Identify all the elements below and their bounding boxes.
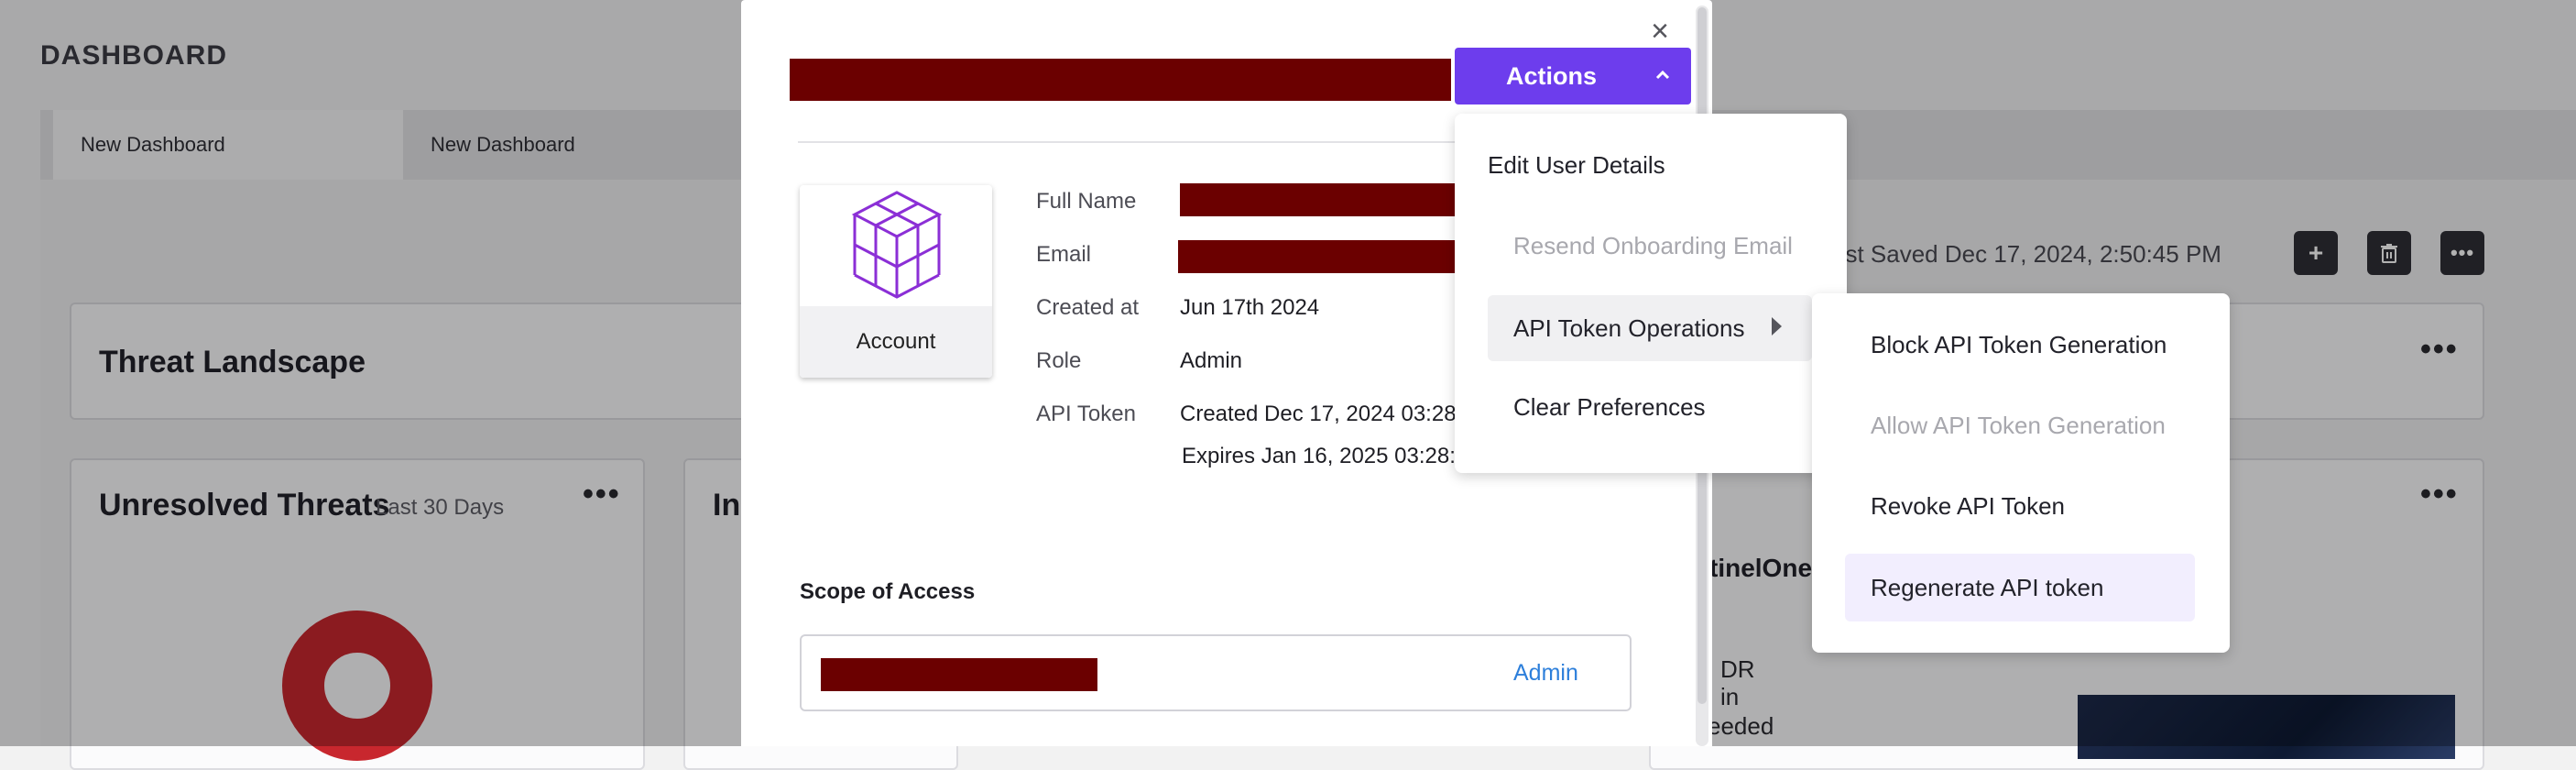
- role-value: Admin: [1180, 348, 1243, 373]
- email-label: Email: [1036, 242, 1092, 267]
- role-label: Role: [1036, 348, 1082, 373]
- api-token-operations-label: API Token Operations: [1513, 314, 1745, 342]
- menu-item-edit-user-details[interactable]: Edit User Details: [1460, 138, 1790, 192]
- menu-item-api-token-operations[interactable]: API Token Operations: [1488, 295, 1812, 361]
- api-token-label: API Token: [1036, 402, 1136, 426]
- close-icon[interactable]: ×: [1645, 16, 1675, 47]
- created-at-value: Jun 17th 2024: [1180, 295, 1320, 320]
- created-at-label: Created at: [1036, 295, 1140, 320]
- actions-button-label: Actions: [1506, 61, 1598, 90]
- chevron-up-icon: [1654, 66, 1671, 85]
- menu-item-revoke-api-token[interactable]: Revoke API Token: [1871, 478, 2200, 534]
- redacted-scope-name: [821, 658, 1097, 691]
- menu-item-regenerate-api-token[interactable]: Regenerate API token: [1845, 554, 2195, 622]
- scope-role-link[interactable]: Admin: [1513, 660, 1578, 687]
- api-token-expires: Expires Jan 16, 2025 03:28:4: [1182, 444, 1455, 468]
- menu-item-block-api-token-generation[interactable]: Block API Token Generation: [1871, 317, 2200, 372]
- api-token-created: Created Dec 17, 2024 03:28: [1180, 402, 1455, 426]
- avatar-label: Account: [800, 306, 992, 378]
- redacted-full-name: [1180, 183, 1455, 216]
- account-avatar: Account: [800, 185, 992, 378]
- scope-of-access-title: Scope of Access: [800, 579, 976, 604]
- redacted-email: [1178, 240, 1455, 273]
- full-name-label: Full Name: [1036, 189, 1137, 214]
- menu-item-allow-api-token-generation: Allow API Token Generation: [1871, 411, 2166, 439]
- menu-item-resend-onboarding-email: Resend Onboarding Email: [1513, 231, 1793, 259]
- menu-item-clear-preferences[interactable]: Clear Preferences: [1513, 380, 1825, 434]
- caret-right-icon: [1772, 317, 1782, 336]
- account-cube-icon: [851, 191, 943, 299]
- redacted-user-name: [790, 59, 1451, 101]
- regenerate-api-token-label: Regenerate API token: [1871, 573, 2104, 601]
